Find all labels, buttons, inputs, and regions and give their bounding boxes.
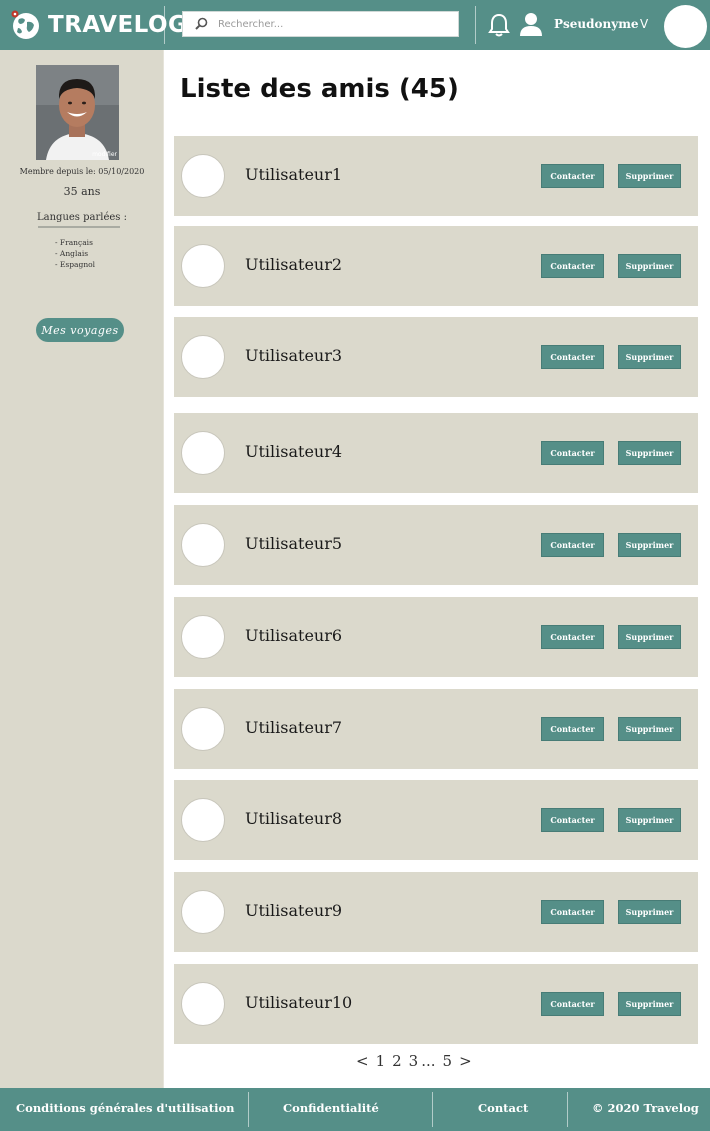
- friend-avatar[interactable]: [181, 244, 225, 288]
- friend-card: Utilisateur9 Contacter Supprimer: [174, 872, 698, 952]
- friend-card: Utilisateur7 Contacter Supprimer: [174, 689, 698, 769]
- logo-text: TRAVELOG: [48, 12, 188, 38]
- friend-card: Utilisateur4 Contacter Supprimer: [174, 413, 698, 493]
- friend-name[interactable]: Utilisateur10: [245, 993, 352, 1012]
- contact-button[interactable]: Contacter: [541, 717, 604, 741]
- footer-contact-link[interactable]: Contact: [478, 1101, 528, 1115]
- username-label[interactable]: Pseudonyme: [554, 17, 639, 31]
- search-input[interactable]: [218, 18, 448, 30]
- header-divider: [475, 6, 476, 44]
- contact-button[interactable]: Contacter: [541, 625, 604, 649]
- pagination-prev[interactable]: <: [356, 1052, 369, 1070]
- delete-button[interactable]: Supprimer: [618, 164, 681, 188]
- pagination: < 1 2 3 ... 5 >: [356, 1052, 472, 1070]
- footer-privacy-link[interactable]: Confidentialité: [283, 1101, 379, 1115]
- header-divider: [164, 6, 165, 44]
- delete-button[interactable]: Supprimer: [618, 900, 681, 924]
- friend-card: Utilisateur1 Contacter Supprimer: [174, 136, 698, 216]
- footer-divider: [248, 1092, 249, 1127]
- language-item: - Français: [55, 238, 93, 247]
- languages-list: - Français - Anglais - Espagnol: [55, 237, 95, 270]
- friend-avatar[interactable]: [181, 154, 225, 198]
- pagination-next[interactable]: >: [459, 1052, 472, 1070]
- contact-button[interactable]: Contacter: [541, 164, 604, 188]
- contact-button[interactable]: Contacter: [541, 808, 604, 832]
- delete-button[interactable]: Supprimer: [618, 625, 681, 649]
- delete-button[interactable]: Supprimer: [618, 441, 681, 465]
- friend-name[interactable]: Utilisateur1: [245, 165, 342, 184]
- site-footer: Conditions générales d'utilisation Confi…: [0, 1088, 710, 1131]
- top-header: TRAVELOG Pseudonyme V: [0, 0, 710, 50]
- contact-button[interactable]: Contacter: [541, 900, 604, 924]
- globe-logo-icon: [10, 10, 40, 40]
- delete-button[interactable]: Supprimer: [618, 345, 681, 369]
- friend-name[interactable]: Utilisateur9: [245, 901, 342, 920]
- language-item: - Espagnol: [55, 260, 96, 269]
- delete-button[interactable]: Supprimer: [618, 533, 681, 557]
- friend-name[interactable]: Utilisateur7: [245, 718, 342, 737]
- user-icon[interactable]: [519, 11, 543, 37]
- my-trips-button[interactable]: Mes voyages: [36, 318, 124, 342]
- search-bar[interactable]: [182, 11, 459, 37]
- pagination-page[interactable]: 1: [376, 1052, 386, 1070]
- contact-button[interactable]: Contacter: [541, 441, 604, 465]
- contact-button[interactable]: Contacter: [541, 533, 604, 557]
- friend-avatar[interactable]: [181, 798, 225, 842]
- friend-avatar[interactable]: [181, 431, 225, 475]
- friend-avatar[interactable]: [181, 890, 225, 934]
- delete-button[interactable]: Supprimer: [618, 992, 681, 1016]
- bell-icon[interactable]: [487, 12, 511, 38]
- delete-button[interactable]: Supprimer: [618, 808, 681, 832]
- friend-avatar[interactable]: [181, 982, 225, 1026]
- friend-name[interactable]: Utilisateur3: [245, 346, 342, 365]
- friend-card: Utilisateur6 Contacter Supprimer: [174, 597, 698, 677]
- languages-underline: [38, 226, 120, 228]
- friend-card: Utilisateur5 Contacter Supprimer: [174, 505, 698, 585]
- footer-divider: [567, 1092, 568, 1127]
- header-avatar[interactable]: [664, 5, 707, 48]
- friend-name[interactable]: Utilisateur2: [245, 255, 342, 274]
- language-item: - Anglais: [55, 249, 89, 258]
- friend-name[interactable]: Utilisateur6: [245, 626, 342, 645]
- friend-avatar[interactable]: [181, 615, 225, 659]
- languages-heading: Langues parlées :: [37, 212, 127, 223]
- delete-button[interactable]: Supprimer: [618, 717, 681, 741]
- chevron-down-icon[interactable]: V: [640, 17, 648, 31]
- pagination-ellipsis: ...: [421, 1052, 436, 1070]
- pagination-page[interactable]: 2: [392, 1052, 402, 1070]
- friend-name[interactable]: Utilisateur5: [245, 534, 342, 553]
- profile-sidebar: modifier Membre depuis le: 05/10/2020 35…: [0, 50, 164, 1088]
- friend-card: Utilisateur8 Contacter Supprimer: [174, 780, 698, 860]
- friend-card: Utilisateur3 Contacter Supprimer: [174, 317, 698, 397]
- friend-name[interactable]: Utilisateur8: [245, 809, 342, 828]
- friend-avatar[interactable]: [181, 523, 225, 567]
- footer-copyright: © 2020 Travelog: [592, 1101, 699, 1115]
- contact-button[interactable]: Contacter: [541, 254, 604, 278]
- friend-avatar[interactable]: [181, 335, 225, 379]
- pagination-page[interactable]: 5: [443, 1052, 453, 1070]
- contact-button[interactable]: Contacter: [541, 992, 604, 1016]
- user-age: 35 ans: [63, 185, 101, 198]
- friend-card: Utilisateur2 Contacter Supprimer: [174, 226, 698, 306]
- delete-button[interactable]: Supprimer: [618, 254, 681, 278]
- pagination-page[interactable]: 3: [409, 1052, 419, 1070]
- page-title: Liste des amis (45): [180, 74, 459, 104]
- contact-button[interactable]: Contacter: [541, 345, 604, 369]
- footer-terms-link[interactable]: Conditions générales d'utilisation: [16, 1101, 234, 1115]
- footer-divider: [432, 1092, 433, 1127]
- friend-card: Utilisateur10 Contacter Supprimer: [174, 964, 698, 1044]
- logo[interactable]: TRAVELOG: [10, 7, 187, 43]
- member-since: Membre depuis le: 05/10/2020: [19, 167, 145, 176]
- friend-name[interactable]: Utilisateur4: [245, 442, 342, 461]
- friend-avatar[interactable]: [181, 707, 225, 751]
- photo-edit-link[interactable]: modifier: [92, 151, 117, 158]
- search-icon: [195, 15, 208, 34]
- profile-photo[interactable]: modifier: [36, 65, 119, 160]
